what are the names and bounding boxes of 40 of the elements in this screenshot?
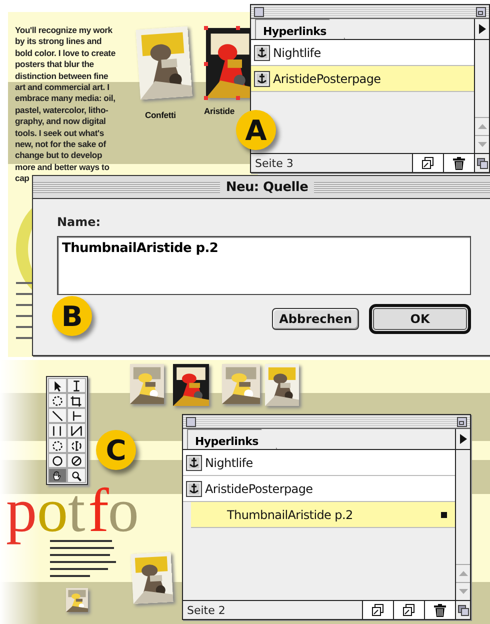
panel-tab[interactable]: Hyperlinks bbox=[255, 19, 346, 39]
anchor-icon bbox=[186, 454, 202, 470]
logo-letter: p bbox=[6, 480, 37, 542]
anchor-icon bbox=[254, 70, 270, 86]
page-status: Seite 3 bbox=[254, 156, 294, 172]
panel-tab[interactable]: Hyperlinks bbox=[187, 429, 278, 449]
close-box-icon[interactable] bbox=[186, 416, 196, 426]
hyperlink-item[interactable]: Nightlife bbox=[183, 450, 455, 476]
resize-icon[interactable] bbox=[458, 604, 468, 616]
logo-letter: t bbox=[68, 480, 86, 542]
logo-letter: o bbox=[108, 480, 139, 542]
source-marker-icon bbox=[441, 512, 447, 518]
hyperlink-item[interactable]: Nightlife bbox=[251, 40, 474, 66]
ok-button[interactable]: OK bbox=[369, 304, 471, 334]
cancel-button[interactable]: Abbrechen bbox=[272, 308, 359, 330]
trash-icon[interactable] bbox=[453, 156, 465, 170]
poster-caption: Aristide bbox=[204, 106, 234, 116]
hyperlink-item[interactable]: AristidePosterpage bbox=[183, 476, 455, 502]
poster-caption: Confetti bbox=[145, 110, 176, 120]
close-box-icon[interactable] bbox=[254, 6, 264, 16]
new-page-icon[interactable] bbox=[422, 157, 434, 169]
hyperlink-item[interactable]: AristidePosterpage bbox=[251, 66, 474, 92]
zoom-box-icon[interactable] bbox=[457, 416, 467, 426]
zoom-box-icon[interactable] bbox=[476, 6, 486, 16]
panel-menu-icon[interactable] bbox=[478, 24, 486, 34]
logo-letter: o bbox=[37, 480, 68, 542]
dialog-title: Neu: Quelle bbox=[220, 180, 314, 194]
anchor-icon bbox=[254, 44, 270, 60]
name-field[interactable]: ThumbnailAristide p.2 bbox=[57, 236, 471, 295]
body-paragraph: You'll recognize my work by its strong lines and bold color. I love to create posters that blur the distinction between fine art and commercial art. I embrace many media: oil, pastel, watercolor, litho- graphy, and now digital tools. I seek out what's new, not for the sake of change but to develop more and better ways to cap bbox=[15, 25, 116, 185]
new-page-icon[interactable] bbox=[372, 604, 384, 616]
panel-menu-icon[interactable] bbox=[460, 434, 466, 444]
logo-letter: f bbox=[88, 480, 109, 542]
resize-icon[interactable] bbox=[476, 158, 488, 168]
page-status: Seite 2 bbox=[186, 603, 226, 619]
anchor-icon bbox=[186, 480, 202, 496]
trash-icon[interactable] bbox=[434, 604, 446, 616]
new-page-icon[interactable] bbox=[403, 604, 415, 616]
field-label: Name: bbox=[57, 215, 102, 229]
hyperlink-item[interactable]: ThumbnailAristide p.2 bbox=[191, 502, 455, 528]
